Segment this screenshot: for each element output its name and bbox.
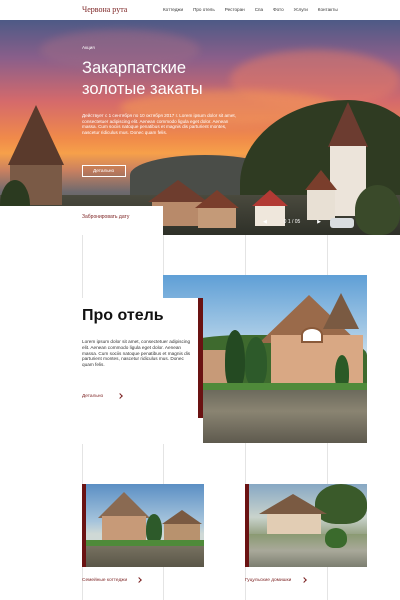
hero-house-roof xyxy=(305,170,337,190)
hero-title-line: Закарпатские xyxy=(82,59,187,77)
slider-next-icon[interactable]: ▶ xyxy=(317,219,321,225)
main-nav: Коттеджи Про отель Ресторан Спа Фото Усл… xyxy=(163,7,348,12)
hero-tower-roof xyxy=(8,105,64,165)
about-details-link[interactable]: Детально xyxy=(82,394,103,399)
hero-title: Закарпатские золотые закаты xyxy=(82,58,252,100)
nav-item-spa[interactable]: Спа xyxy=(255,7,263,12)
slider-counter: 0 1 / 05 xyxy=(283,219,301,225)
nav-item-about[interactable]: Про отель xyxy=(193,7,215,12)
slider-prev-icon[interactable]: ◀ xyxy=(263,219,267,225)
booking-box xyxy=(0,206,163,235)
card-house-roof xyxy=(98,492,150,518)
chevron-right-icon[interactable] xyxy=(301,577,307,583)
card-house xyxy=(102,516,146,542)
about-house-window xyxy=(301,327,323,343)
card-house-roof xyxy=(162,510,202,524)
hero-tower-roof xyxy=(328,102,368,147)
nav-item-services[interactable]: Услуги xyxy=(294,7,308,12)
promo-tag: Акция xyxy=(82,45,95,50)
nav-item-restaurant[interactable]: Ресторан xyxy=(225,7,245,12)
hero-title-line: золотые закаты xyxy=(82,80,203,98)
about-accent-bar xyxy=(198,298,203,418)
book-date-link[interactable]: Забронировать дату xyxy=(82,214,129,220)
card-house xyxy=(267,514,321,536)
hutsul-houses-image xyxy=(245,484,367,567)
card-house-roof xyxy=(259,494,327,514)
family-cottages-link[interactable]: Семейные коттеджи xyxy=(82,578,127,583)
hero-house xyxy=(307,190,335,220)
nav-item-photo[interactable]: Фото xyxy=(273,7,284,12)
card-accent-bar xyxy=(245,484,249,567)
hero-car xyxy=(330,218,354,228)
hero-description: Действует с 1 сентября по 10 октября 201… xyxy=(82,113,236,135)
slider-controls: ◀ 0 1 / 05 ▶ xyxy=(263,218,321,226)
hero-house xyxy=(198,208,236,228)
about-text: Lorem ipsum dolor sit amet, consectetuer… xyxy=(82,339,191,368)
hero-tree xyxy=(355,185,400,235)
card-tree xyxy=(325,528,347,548)
about-tree xyxy=(225,330,245,390)
chevron-right-icon[interactable] xyxy=(136,577,142,583)
site-header: Червона рута Коттеджи Про отель Ресторан… xyxy=(0,0,400,20)
about-tree xyxy=(245,337,267,387)
hero-house-roof xyxy=(252,190,288,206)
about-title: Про отель xyxy=(82,307,164,324)
site-logo[interactable]: Червона рута xyxy=(82,5,127,14)
nav-item-contacts[interactable]: Контакты xyxy=(318,7,338,12)
card-wall xyxy=(82,546,204,567)
nav-item-cottages[interactable]: Коттеджи xyxy=(163,7,183,12)
hero-house-roof xyxy=(195,190,239,208)
hero-details-button[interactable]: Детально xyxy=(82,165,126,177)
card-accent-bar xyxy=(82,484,86,567)
about-house-roof xyxy=(323,293,359,329)
hutsul-houses-link[interactable]: Гуцульские домишки xyxy=(245,578,291,583)
family-cottages-image xyxy=(82,484,204,567)
card-path xyxy=(245,534,367,567)
